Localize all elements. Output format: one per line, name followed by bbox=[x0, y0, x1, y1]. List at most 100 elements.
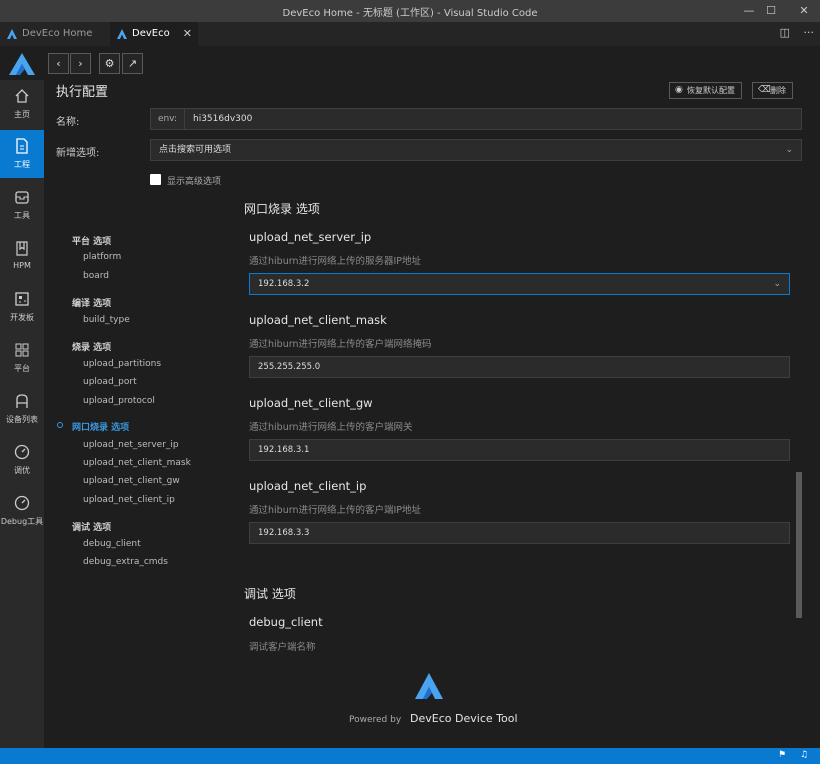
add-option-label: 新增选项: bbox=[56, 148, 100, 159]
gauge-icon bbox=[14, 444, 30, 460]
toc-active-marker bbox=[57, 422, 63, 428]
maximize-button[interactable]: ☐ bbox=[762, 2, 780, 20]
activity-label: 开发板 bbox=[10, 313, 34, 322]
activity-label: 工程 bbox=[14, 160, 30, 169]
tab-deveco-home-2[interactable]: DevEco Home ✕ bbox=[110, 22, 198, 63]
deveco-logo-icon bbox=[9, 53, 35, 75]
param-name: upload_net_server_ip bbox=[249, 230, 372, 244]
split-editor-icon[interactable]: ◫ bbox=[780, 26, 790, 39]
close-tab-icon[interactable]: ✕ bbox=[183, 22, 192, 46]
add-option-select[interactable]: 点击搜索可用选项 ⌄ bbox=[150, 139, 802, 161]
chevron-down-icon: ⌄ bbox=[773, 279, 781, 289]
activity-label: 设备列表 bbox=[6, 415, 38, 424]
toc-group-debug[interactable]: 调试 选项 bbox=[72, 520, 111, 533]
toc-group-net-upload[interactable]: 网口烧录 选项 bbox=[72, 420, 129, 433]
board-icon bbox=[15, 292, 29, 306]
param-description: 调试客户端名称 bbox=[249, 642, 316, 653]
activity-label: 工具 bbox=[14, 211, 30, 220]
upload-net-server-ip-select[interactable]: 192.168.3.2 ⌄ bbox=[249, 273, 790, 295]
section-title-net-upload: 网口烧录 选项 bbox=[244, 202, 320, 216]
param-description: 通过hiburn进行网络上传的客户端IP地址 bbox=[249, 505, 422, 516]
param-description: 通过hiburn进行网络上传的服务器IP地址 bbox=[249, 256, 422, 267]
param-value: 192.168.3.1 bbox=[258, 445, 310, 455]
chevron-down-icon: ⌄ bbox=[785, 145, 793, 155]
activity-bar: 主页 工程 工具 HPM 开发板 平台 设备列表 调优 Debug工具 bbox=[0, 80, 44, 748]
activity-tools[interactable]: 工具 bbox=[0, 181, 44, 229]
device-icon bbox=[16, 394, 28, 408]
deveco-logo-icon bbox=[117, 29, 127, 39]
param-name: upload_net_client_mask bbox=[249, 313, 387, 327]
toc-item-upload-partitions[interactable]: upload_partitions bbox=[83, 359, 161, 369]
toc-item-upload-protocol[interactable]: upload_protocol bbox=[83, 396, 155, 406]
forward-button[interactable]: › bbox=[70, 53, 91, 74]
upload-net-client-mask-input[interactable]: 255.255.255.0 bbox=[249, 356, 790, 378]
advanced-options-checkbox[interactable] bbox=[150, 174, 161, 185]
deveco-logo-icon bbox=[7, 29, 17, 39]
param-name: upload_net_client_ip bbox=[249, 479, 367, 493]
toc-group-upload[interactable]: 烧录 选项 bbox=[72, 340, 111, 353]
restore-defaults-label: 恢复默认配置 bbox=[687, 86, 735, 95]
editor-actions: ◫ ··· bbox=[770, 26, 814, 39]
book-icon bbox=[16, 241, 28, 256]
name-value: hi3516dv300 bbox=[193, 114, 253, 124]
advanced-options-label: 显示高级选项 bbox=[167, 177, 222, 187]
restore-defaults-button[interactable]: ◉ 恢复默认配置 bbox=[669, 82, 742, 99]
powered-by-label: Powered by bbox=[349, 715, 402, 725]
tab-label: DevEco Home bbox=[22, 28, 93, 39]
project-file-icon bbox=[16, 138, 28, 154]
toc-item-debug-extra-cmds[interactable]: debug_extra_cmds bbox=[83, 557, 168, 567]
activity-label: 调优 bbox=[14, 466, 30, 475]
toc-item-upload-net-client-gw[interactable]: upload_net_client_gw bbox=[83, 476, 180, 486]
home-icon bbox=[15, 89, 29, 103]
close-window-button[interactable]: ✕ bbox=[795, 2, 813, 20]
toc-item-debug-client[interactable]: debug_client bbox=[83, 539, 141, 549]
notifications-bell-icon[interactable]: ♫ bbox=[800, 750, 808, 760]
activity-debug-tools[interactable]: Debug工具 bbox=[0, 487, 44, 535]
page-title: 执行配置 bbox=[56, 85, 109, 100]
toc-group-platform[interactable]: 平台 选项 bbox=[72, 234, 111, 247]
toc-item-upload-net-server-ip[interactable]: upload_net_server_ip bbox=[83, 440, 179, 450]
location-pin-icon: ◉ bbox=[675, 85, 683, 95]
trash-icon: ⌫ bbox=[758, 85, 771, 95]
param-description: 通过hiburn进行网络上传的客户端网络掩码 bbox=[249, 339, 432, 350]
upload-net-client-ip-input[interactable]: 192.168.3.3 bbox=[249, 522, 790, 544]
toc-group-build[interactable]: 编译 选项 bbox=[72, 296, 111, 309]
tab-deveco-home-1[interactable]: DevEco Home bbox=[0, 22, 110, 46]
toc-item-upload-port[interactable]: upload_port bbox=[83, 377, 137, 387]
toc-item-build-type[interactable]: build_type bbox=[83, 315, 130, 325]
activity-tuning[interactable]: 调优 bbox=[0, 436, 44, 484]
activity-home[interactable]: 主页 bbox=[0, 80, 44, 128]
scrollbar-thumb[interactable] bbox=[796, 472, 802, 618]
section-title-debug: 调试 选项 bbox=[244, 587, 296, 601]
delete-button[interactable]: ⌫ 删除 bbox=[752, 82, 793, 99]
param-name: upload_net_client_gw bbox=[249, 396, 373, 410]
add-option-placeholder: 点击搜索可用选项 bbox=[159, 145, 232, 155]
activity-project[interactable]: 工程 bbox=[0, 130, 44, 178]
config-panel: 执行配置 ◉ 恢复默认配置 ⌫ 删除 名称: env: hi3516dv300 … bbox=[44, 80, 820, 748]
expand-button[interactable]: ↗ bbox=[122, 53, 143, 74]
debug-gauge-icon bbox=[14, 495, 30, 511]
more-actions-icon[interactable]: ··· bbox=[804, 26, 815, 39]
activity-hpm[interactable]: HPM bbox=[0, 232, 44, 280]
name-label: 名称: bbox=[56, 117, 80, 128]
status-bar: ⚑ ♫ bbox=[0, 748, 820, 764]
param-value: 192.168.3.3 bbox=[258, 528, 310, 538]
upload-net-client-gw-input[interactable]: 192.168.3.1 bbox=[249, 439, 790, 461]
toc-item-board[interactable]: board bbox=[83, 271, 109, 281]
toc-item-upload-net-client-ip[interactable]: upload_net_client_ip bbox=[83, 495, 175, 505]
name-field[interactable]: env: hi3516dv300 bbox=[150, 108, 802, 130]
back-button[interactable]: ‹ bbox=[48, 53, 69, 74]
delete-label: 删除 bbox=[770, 86, 786, 95]
feedback-icon[interactable]: ⚑ bbox=[778, 750, 786, 760]
brand-name: DevEco Device Tool bbox=[410, 712, 518, 725]
activity-devices[interactable]: 设备列表 bbox=[0, 385, 44, 433]
name-prefix: env: bbox=[151, 109, 185, 129]
param-value: 255.255.255.0 bbox=[258, 362, 321, 372]
toc-item-platform[interactable]: platform bbox=[83, 252, 121, 262]
activity-label: 主页 bbox=[14, 110, 30, 119]
toc-item-upload-net-client-mask[interactable]: upload_net_client_mask bbox=[83, 458, 191, 468]
debug-bug-button[interactable]: ⚙ bbox=[99, 53, 120, 74]
activity-platform[interactable]: 平台 bbox=[0, 334, 44, 382]
activity-board[interactable]: 开发板 bbox=[0, 283, 44, 331]
minimize-button[interactable]: — bbox=[740, 2, 758, 20]
